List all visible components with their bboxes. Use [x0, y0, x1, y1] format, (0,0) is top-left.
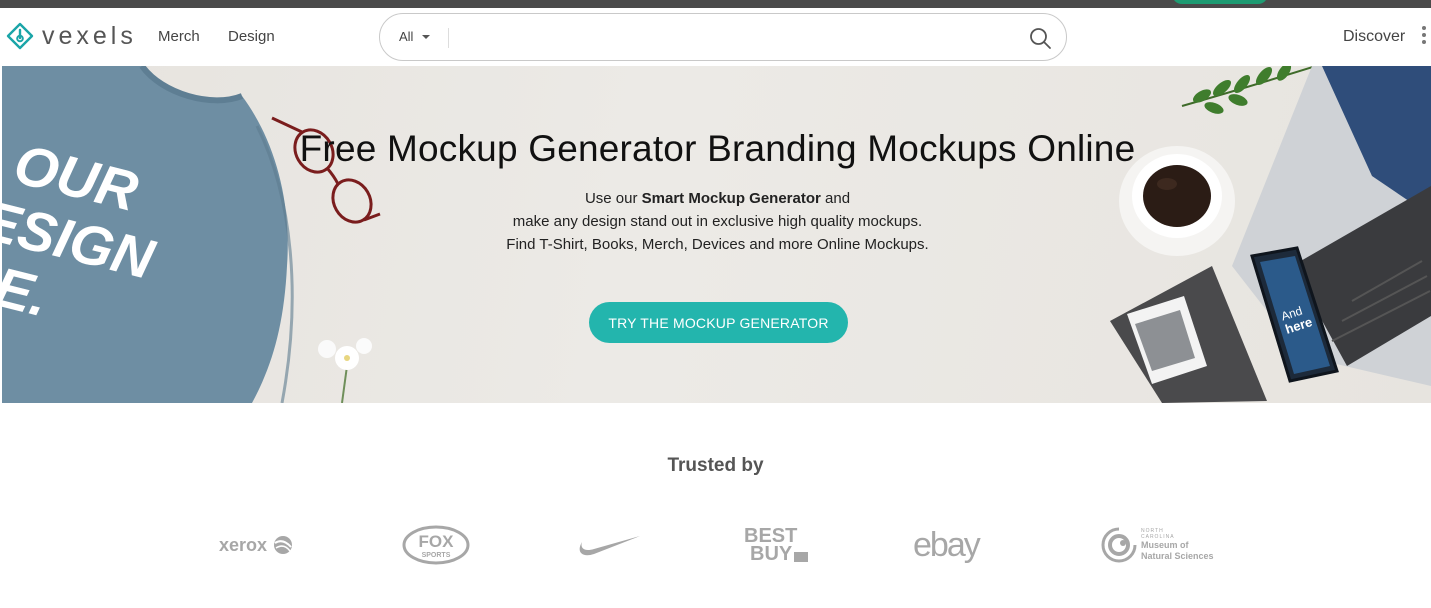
- search-bar: All: [379, 13, 1067, 61]
- nav-design-link[interactable]: Design: [228, 28, 275, 45]
- hero-subtitle-line-1: Use our Smart Mockup Generator and: [2, 190, 1431, 207]
- more-menu-icon[interactable]: [1422, 26, 1428, 48]
- fox-wordmark: FOX: [419, 532, 455, 551]
- trusted-by-heading: Trusted by: [667, 455, 764, 476]
- hero-title: Free Mockup Generator Branding Mockups O…: [299, 128, 1136, 169]
- top-strip-pill: [1172, 0, 1268, 4]
- nc-museum-logo: NORTH CAROLINA Museum of Natural Science…: [1099, 520, 1214, 570]
- search-icon[interactable]: [1028, 26, 1052, 50]
- search-scope-dropdown[interactable]: All: [399, 29, 431, 44]
- vexels-logo[interactable]: vexels: [6, 22, 137, 50]
- trusted-brands-row: xerox FOX SPORTS BEST BUY ebay NORTH CAR…: [0, 520, 1431, 570]
- nc-museum-wordmark-line-1: Museum of: [1141, 540, 1189, 550]
- discover-link[interactable]: Discover: [1343, 28, 1405, 46]
- caret-down-icon: [422, 34, 431, 39]
- flowers-shape: [318, 338, 372, 403]
- hero-subtitle-highlight: Smart Mockup Generator: [641, 190, 821, 207]
- nav-merch-link[interactable]: Merch: [158, 28, 200, 45]
- hero-banner: OUR ESIGN RE. And here Free Mockup Gener…: [2, 66, 1431, 403]
- vexels-logo-icon: [6, 22, 34, 50]
- site-header: vexels Merch Design All Discover: [0, 8, 1431, 66]
- xerox-logo: xerox: [219, 520, 294, 570]
- notebook-shape: [1110, 266, 1267, 403]
- hero-subtitle-prefix: Use our: [584, 190, 642, 207]
- xerox-wordmark: xerox: [219, 534, 268, 555]
- ebay-logo: ebay: [913, 520, 981, 570]
- fox-sports-wordmark: SPORTS: [422, 552, 451, 559]
- best-buy-wordmark-bottom-row: BUY: [744, 543, 809, 565]
- nc-museum-emblem-icon: [1101, 527, 1137, 563]
- hero-background-illustration: OUR ESIGN RE. And here: [2, 66, 1431, 403]
- search-divider: [448, 28, 449, 48]
- nc-museum-wordmark-line-2: Natural Sciences: [1141, 551, 1214, 561]
- xerox-sphere-icon: [274, 536, 293, 554]
- browser-top-strip: [0, 0, 1431, 8]
- logo-wordmark: vexels: [42, 22, 137, 50]
- best-buy-logo: BEST BUY: [744, 520, 809, 570]
- try-mockup-generator-button[interactable]: TRY THE MOCKUP GENERATOR: [589, 302, 848, 343]
- best-buy-tag-icon: [794, 552, 809, 562]
- fox-sports-badge: FOX SPORTS: [402, 525, 470, 565]
- hero-subtitle-line-2: make any design stand out in exclusive h…: [512, 213, 923, 230]
- hero-subtitle-line-3: Find T-Shirt, Books, Merch, Devices and …: [506, 236, 929, 253]
- search-input[interactable]: [458, 22, 1018, 54]
- nike-swoosh-icon: [579, 536, 640, 556]
- best-buy-wordmark-bottom: BUY: [750, 543, 793, 565]
- search-scope-label: All: [399, 29, 414, 44]
- hero-subtitle-suffix: and: [820, 190, 851, 207]
- ebay-wordmark: ebay: [913, 525, 981, 564]
- fox-sports-logo: FOX SPORTS: [402, 520, 470, 570]
- nike-logo: [574, 520, 642, 570]
